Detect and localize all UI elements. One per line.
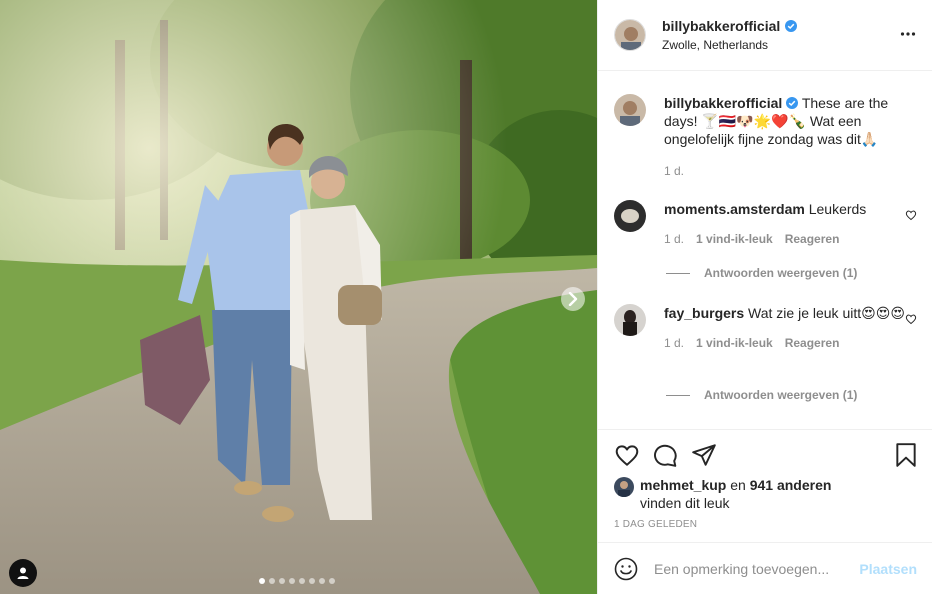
comment-time[interactable]: 1 d. bbox=[664, 334, 684, 352]
comment-username[interactable]: fay_burgers bbox=[664, 305, 744, 321]
profile-photo bbox=[614, 200, 646, 232]
view-replies-label: Antwoorden weergeven (1) bbox=[704, 266, 858, 280]
comment: moments.amsterdam Leukerds 1 d. 1 vind-i… bbox=[614, 200, 917, 280]
carousel-dot bbox=[269, 578, 275, 584]
comment: fay_burgers Wat zie je leuk uitt😍😍😍 1 d.… bbox=[614, 304, 917, 402]
profile-photo bbox=[614, 304, 646, 336]
post-username[interactable]: billybakkerofficial bbox=[662, 18, 798, 34]
avatar[interactable] bbox=[614, 19, 646, 51]
comment-button[interactable] bbox=[652, 442, 678, 471]
profile-photo bbox=[614, 477, 634, 497]
likes-joiner: en bbox=[730, 477, 746, 493]
next-slide-button[interactable] bbox=[561, 287, 585, 311]
post-panel: billybakkerofficial Zwolle, Netherlands bbox=[597, 0, 932, 594]
save-button[interactable] bbox=[893, 442, 919, 471]
post-location[interactable]: Zwolle, Netherlands bbox=[662, 38, 797, 52]
avatar[interactable] bbox=[614, 304, 646, 336]
comment-likes[interactable]: 1 vind-ik-leuk bbox=[696, 230, 773, 248]
reply-button[interactable]: Reageren bbox=[785, 334, 840, 352]
view-replies-label: Antwoorden weergeven (1) bbox=[704, 388, 858, 402]
heart-icon bbox=[905, 210, 917, 221]
heart-icon bbox=[905, 314, 917, 325]
carousel-indicator bbox=[259, 578, 335, 584]
carousel-dot bbox=[289, 578, 295, 584]
avatar[interactable] bbox=[614, 477, 634, 497]
post-viewer: billybakkerofficial Zwolle, Netherlands bbox=[0, 0, 932, 594]
view-replies-button[interactable]: Antwoorden weergeven (1) bbox=[666, 266, 857, 280]
carousel-dot bbox=[279, 578, 285, 584]
carousel-dot bbox=[259, 578, 265, 584]
post-header: billybakkerofficial Zwolle, Netherlands bbox=[598, 0, 932, 71]
verified-badge-icon bbox=[785, 20, 798, 32]
caption-username[interactable]: billybakkerofficial bbox=[664, 95, 782, 111]
avatar[interactable] bbox=[614, 94, 646, 126]
bookmark-icon bbox=[896, 443, 916, 467]
comment-like-button[interactable] bbox=[905, 312, 917, 328]
post-username-label: billybakkerofficial bbox=[662, 18, 781, 34]
carousel-dot bbox=[319, 578, 325, 584]
comment-username[interactable]: moments.amsterdam bbox=[664, 201, 805, 217]
carousel-dot bbox=[329, 578, 335, 584]
carousel-dot bbox=[299, 578, 305, 584]
comments-list[interactable]: billybakkerofficial These are the days! … bbox=[598, 71, 932, 430]
post-comment-button[interactable]: Plaatsen bbox=[859, 561, 917, 577]
header-text: billybakkerofficial Zwolle, Netherlands bbox=[662, 18, 798, 52]
likes-count[interactable]: 941 anderen bbox=[750, 477, 832, 493]
comment-text: Leukerds bbox=[808, 201, 867, 217]
avatar[interactable] bbox=[614, 200, 646, 232]
likes-suffix: vinden dit leuk bbox=[640, 495, 730, 511]
action-bar bbox=[614, 442, 919, 468]
comment-like-button[interactable] bbox=[905, 208, 917, 224]
liked-by-username[interactable]: mehmet_kup bbox=[640, 477, 726, 493]
likes-text: mehmet_kup en 941 anderen vinden dit leu… bbox=[640, 476, 831, 512]
more-options-button[interactable] bbox=[900, 26, 916, 45]
view-replies-button[interactable]: Antwoorden weergeven (1) bbox=[666, 388, 857, 402]
comment-text: Wat zie je leuk uitt😍😍😍 bbox=[748, 305, 905, 321]
user-tag-icon bbox=[17, 567, 29, 579]
comment-likes[interactable]: 1 vind-ik-leuk bbox=[696, 334, 773, 352]
post-timestamp[interactable]: 1 DAG GELEDEN bbox=[614, 519, 697, 530]
comment-time[interactable]: 1 d. bbox=[664, 230, 684, 248]
caption-time[interactable]: 1 d. bbox=[664, 162, 684, 180]
paper-plane-icon bbox=[692, 444, 716, 466]
share-button[interactable] bbox=[691, 442, 717, 471]
post-photo[interactable] bbox=[0, 0, 597, 594]
comment-icon bbox=[654, 444, 677, 467]
chevron-right-icon bbox=[568, 292, 578, 306]
likes-summary: mehmet_kup en 941 anderen vinden dit leu… bbox=[614, 476, 831, 512]
profile-photo bbox=[614, 94, 646, 126]
verified-badge-icon bbox=[786, 97, 799, 109]
caption: billybakkerofficial These are the days! … bbox=[614, 94, 917, 180]
carousel-dot bbox=[309, 578, 315, 584]
post-actions: mehmet_kup en 941 anderen vinden dit leu… bbox=[598, 430, 932, 543]
smiley-icon[interactable] bbox=[614, 557, 638, 581]
more-horizontal-icon bbox=[900, 32, 916, 36]
heart-icon bbox=[615, 445, 639, 466]
reply-button[interactable]: Reageren bbox=[785, 230, 840, 248]
replies-divider bbox=[666, 394, 690, 396]
like-button[interactable] bbox=[614, 442, 640, 471]
replies-divider bbox=[666, 272, 690, 274]
photo-scene bbox=[0, 0, 597, 594]
profile-photo bbox=[615, 20, 645, 50]
tagged-users-button[interactable] bbox=[9, 559, 37, 587]
add-comment-form: Plaatsen bbox=[598, 543, 932, 594]
comment-input[interactable] bbox=[654, 560, 860, 577]
